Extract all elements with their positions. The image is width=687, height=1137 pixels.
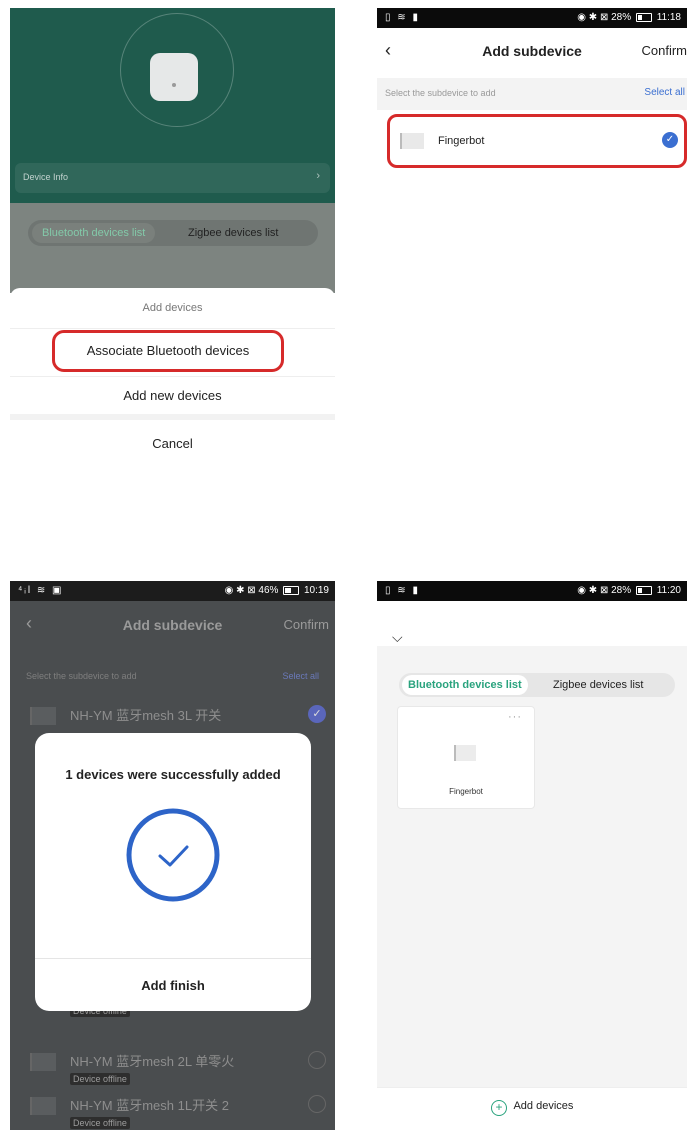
nav-bar: ‹ Add subdevice Confirm: [10, 601, 335, 647]
chevron-right-icon: ›: [316, 170, 320, 182]
status-icons-left: ▯ ≋ ▮: [385, 585, 420, 596]
list-item[interactable]: NH-YM 蓝牙mesh 2L 单零火 Device offline: [30, 1051, 330, 1091]
more-options-icon[interactable]: ···: [508, 711, 522, 723]
list-item[interactable]: NH-YM 蓝牙mesh 1L开关 2 Device offline: [30, 1095, 330, 1130]
confirm-button[interactable]: Confirm: [283, 617, 329, 632]
select-prompt: Select the subdevice to add: [26, 671, 137, 681]
device-info-label: Device Info: [23, 172, 69, 182]
list-item[interactable]: NH-YM 蓝牙mesh 3L 开关 ✓: [30, 705, 330, 731]
fingerbot-thumbnail: [400, 133, 424, 149]
confirm-button[interactable]: Confirm: [641, 43, 687, 58]
add-finish-button[interactable]: Add finish: [35, 978, 311, 993]
associate-row: Associate Bluetooth devices: [10, 330, 335, 374]
success-dialog: 1 devices were successfully added Add fi…: [35, 733, 311, 1011]
divider: [10, 328, 335, 329]
nav-bar: ‹ Add subdevice Confirm: [377, 28, 687, 74]
list-item-name: NH-YM 蓝牙mesh 3L 开关: [70, 708, 222, 723]
top-area: ⌵: [377, 601, 687, 646]
associate-bluetooth-devices-button[interactable]: Associate Bluetooth devices: [52, 330, 284, 372]
divider: [10, 414, 335, 420]
device-info-row[interactable]: Device Info ›: [15, 163, 330, 193]
bottom-bar: + Add devices: [377, 1087, 687, 1130]
device-thumbnail: [30, 1053, 56, 1071]
status-time: 11:20: [656, 585, 681, 596]
add-devices-button[interactable]: + Add devices: [491, 1100, 573, 1116]
add-success-panel: ⁴ᵢl ≋ ▣ ◉ ✱ ⊠ 46% 10:19 ‹ Add subdevice …: [10, 581, 335, 1130]
device-card-name: Fingerbot: [449, 787, 483, 796]
select-all-button[interactable]: Select all: [644, 87, 685, 98]
status-indicators: ◉ ✱ ⊠ 28%: [577, 12, 632, 23]
divider: [10, 376, 335, 377]
success-message: 1 devices were successfully added: [65, 767, 281, 782]
device-thumbnail: [30, 707, 56, 725]
tab-bluetooth-devices[interactable]: Bluetooth devices list: [32, 223, 156, 243]
add-devices-sheet: Add devices Associate Bluetooth devices …: [10, 288, 335, 453]
selection-bar: Select the subdevice to add Select all: [377, 78, 687, 110]
success-check-icon: [126, 808, 220, 902]
select-prompt: Select the subdevice to add: [385, 88, 496, 98]
status-icons-right: ◉ ✱ ⊠ 46% 10:19: [225, 585, 329, 596]
status-bar: ▯ ≋ ▮ ◉ ✱ ⊠ 28% 11:18: [377, 8, 687, 28]
status-icons-left: ⁴ᵢl ≋ ▣: [18, 585, 64, 596]
battery-icon: [635, 12, 652, 22]
tab-zigbee-devices[interactable]: Zigbee devices list: [188, 223, 279, 243]
device-list-tabs: Bluetooth devices list Zigbee devices li…: [399, 673, 675, 697]
device-list-panel: ▯ ≋ ▮ ◉ ✱ ⊠ 28% 11:20 ⌵ Bluetooth device…: [377, 581, 687, 1130]
device-card-fingerbot[interactable]: ··· Fingerbot: [397, 706, 535, 809]
divider: [35, 958, 311, 959]
device-thumbnail: [30, 1097, 56, 1115]
device-list-area: Bluetooth devices list Zigbee devices li…: [10, 203, 335, 293]
status-badge: Device offline: [70, 1073, 130, 1085]
subdevice-item-fingerbot[interactable]: Fingerbot ✓: [387, 114, 687, 168]
status-icons-left: ▯ ≋ ▮: [385, 12, 420, 23]
status-icons-right: ◉ ✱ ⊠ 28% 11:18: [577, 12, 681, 23]
status-bar: ⁴ᵢl ≋ ▣ ◉ ✱ ⊠ 46% 10:19: [10, 581, 335, 601]
subdevice-name: Fingerbot: [438, 135, 485, 147]
select-all-button[interactable]: Select all: [282, 671, 319, 681]
status-time: 11:18: [656, 12, 681, 23]
add-subdevice-panel: ▯ ≋ ▮ ◉ ✱ ⊠ 28% 11:18 ‹ Add subdevice Co…: [377, 8, 687, 453]
sheet-title: Add devices: [142, 302, 203, 314]
device-hero: Device Info ›: [10, 8, 335, 203]
cancel-button[interactable]: Cancel: [10, 436, 335, 451]
battery-icon: [283, 585, 300, 595]
battery-icon: [635, 585, 652, 595]
status-indicators: ◉ ✱ ⊠ 28%: [577, 585, 632, 596]
add-devices-label: Add devices: [513, 1100, 574, 1112]
status-icons-right: ◉ ✱ ⊠ 28% 11:20: [577, 585, 681, 596]
list-item-name: NH-YM 蓝牙mesh 2L 单零火: [70, 1054, 235, 1069]
status-badge: Device offline: [70, 1117, 130, 1129]
checkmark-icon[interactable]: ✓: [308, 705, 326, 723]
status-time: 10:19: [303, 585, 329, 596]
radio-circle[interactable]: [308, 1051, 326, 1069]
status-indicators: ◉ ✱ ⊠ 46%: [224, 585, 279, 596]
device-page-panel: Device Info › Bluetooth devices list Zig…: [10, 8, 335, 453]
device-list-tabs: Bluetooth devices list Zigbee devices li…: [28, 220, 318, 246]
radio-circle[interactable]: [308, 1095, 326, 1113]
list-item-name: NH-YM 蓝牙mesh 1L开关 2: [70, 1098, 229, 1113]
status-bar: ▯ ≋ ▮ ◉ ✱ ⊠ 28% 11:20: [377, 581, 687, 601]
tab-bluetooth-devices[interactable]: Bluetooth devices list: [402, 675, 528, 695]
plus-circle-icon: +: [491, 1100, 507, 1116]
gateway-device-image: [150, 53, 198, 101]
tab-zigbee-devices[interactable]: Zigbee devices list: [553, 675, 644, 695]
fingerbot-thumbnail: [454, 745, 476, 761]
checkmark-icon[interactable]: ✓: [662, 132, 678, 148]
chevron-down-icon[interactable]: ⌵: [392, 629, 403, 646]
add-new-devices-button[interactable]: Add new devices: [10, 388, 335, 403]
